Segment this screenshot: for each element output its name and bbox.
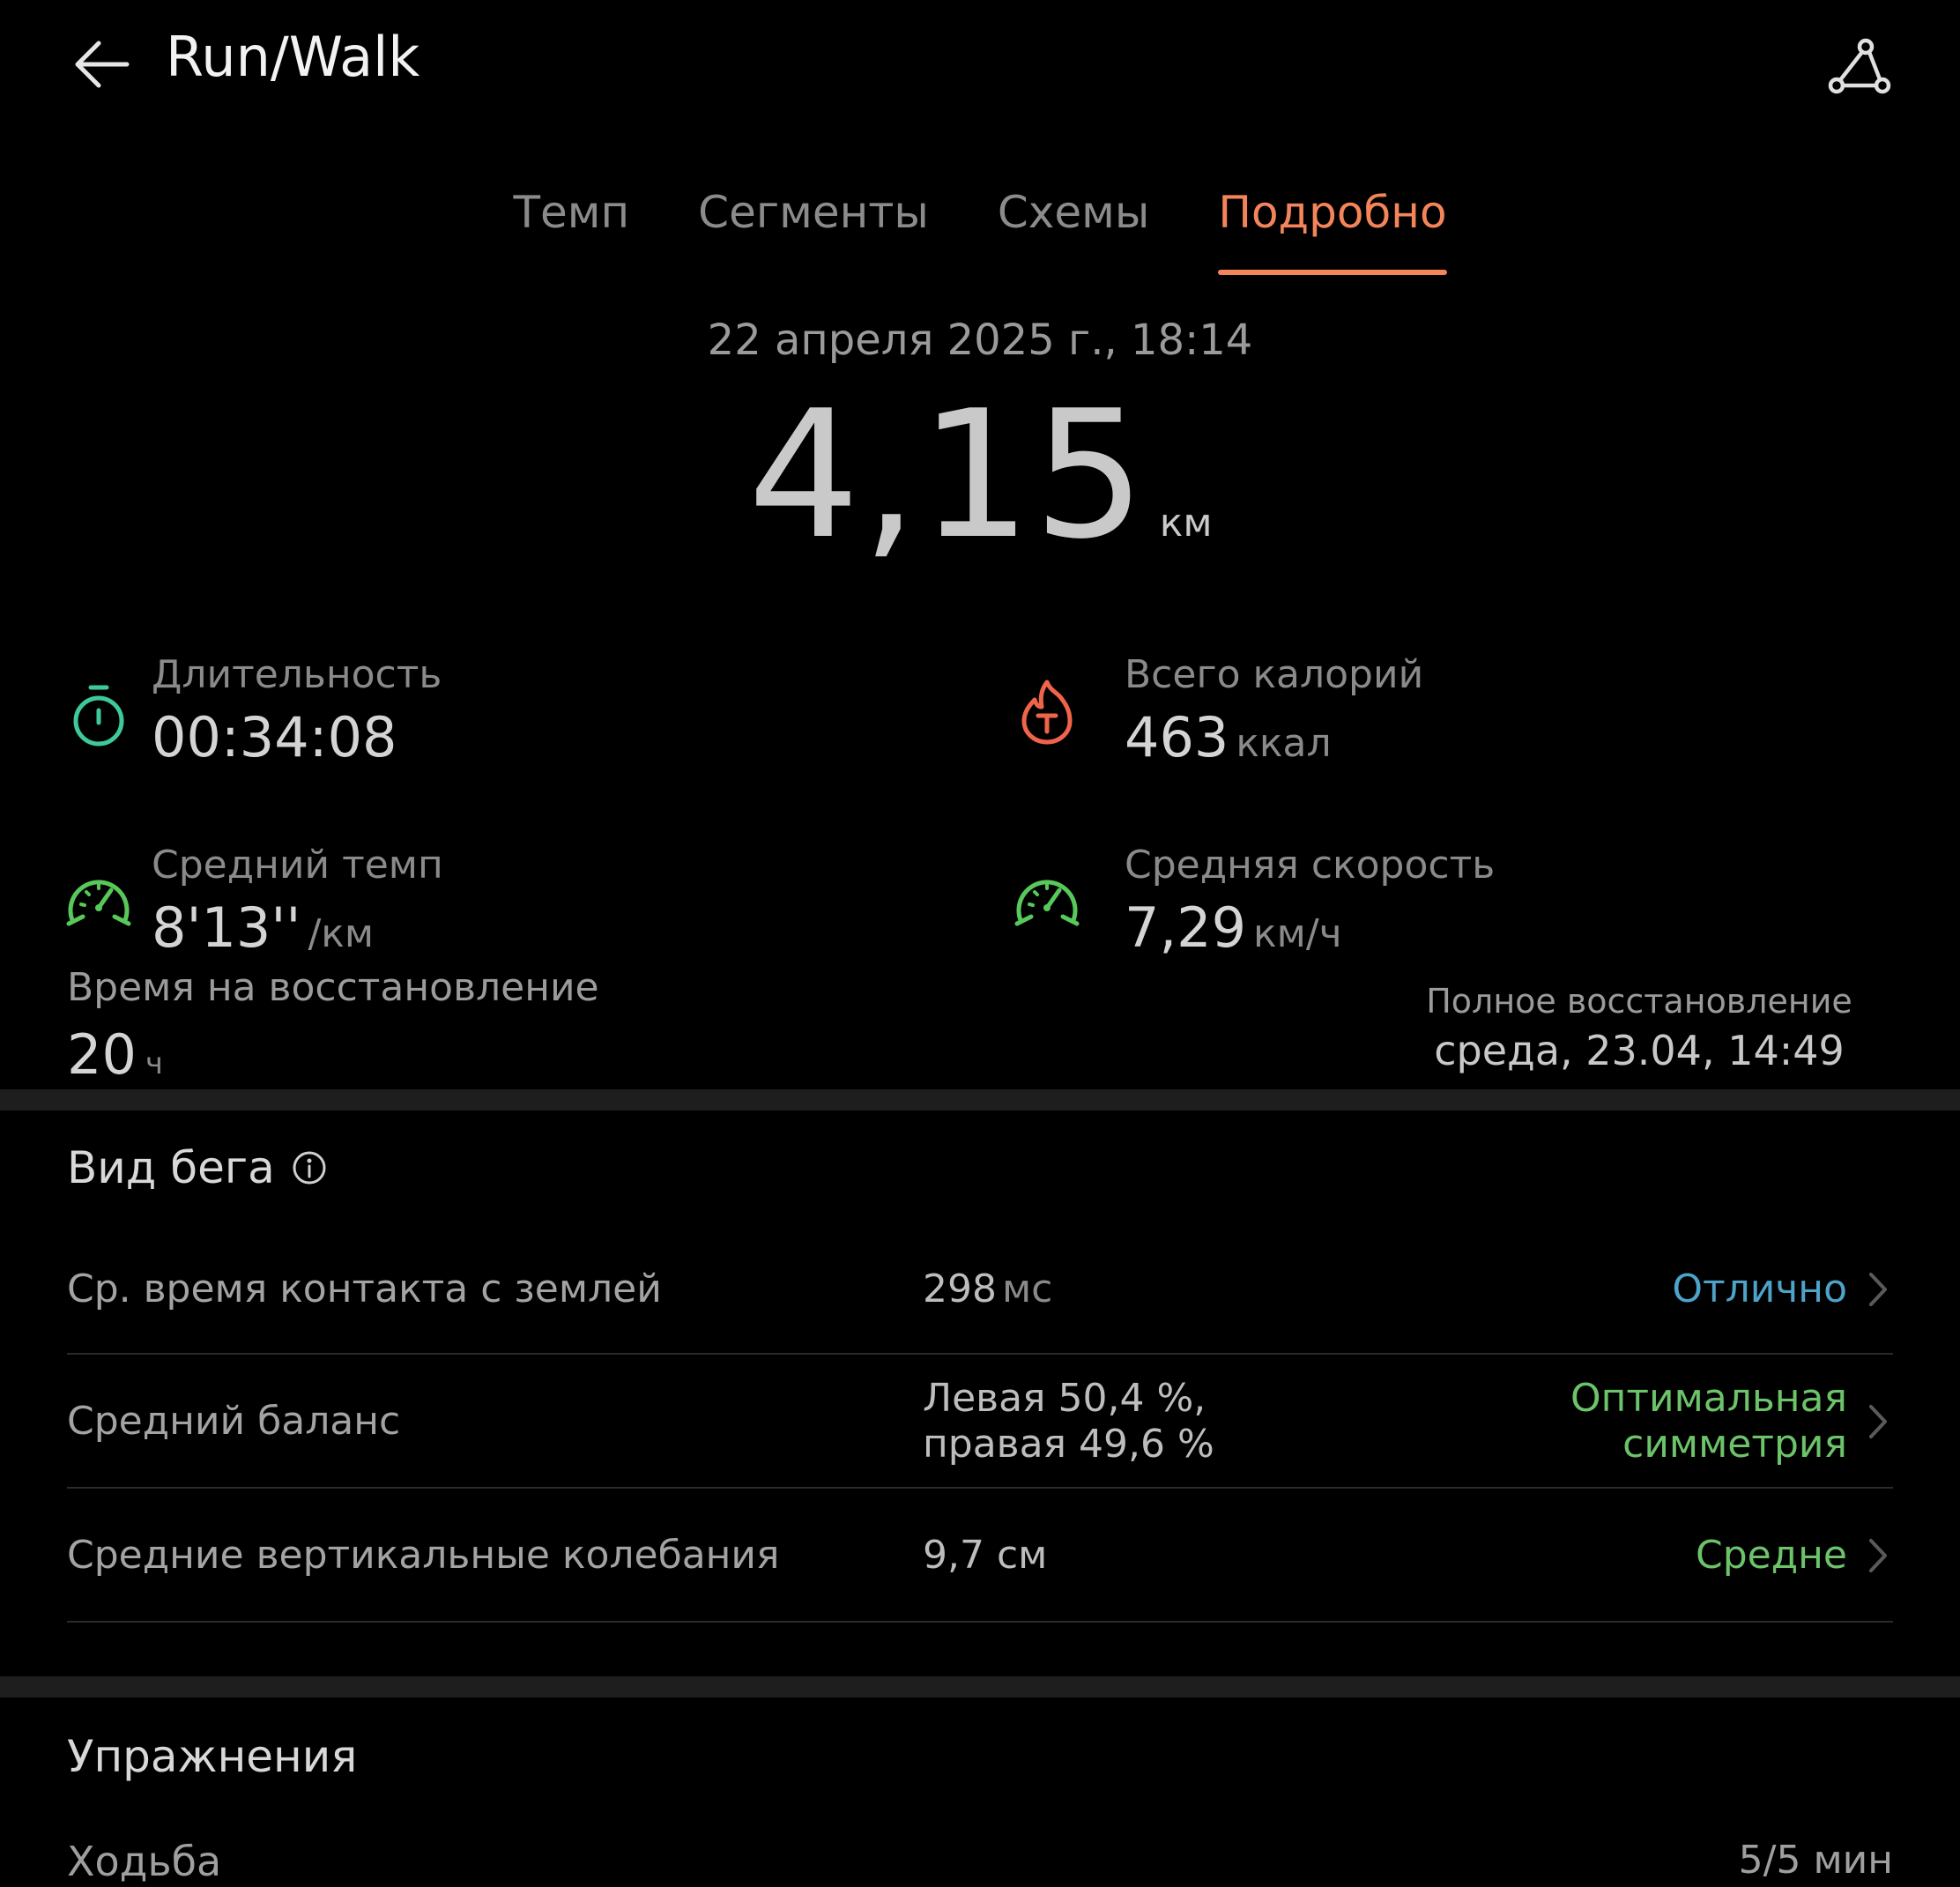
distance-value: 4,15 [747, 373, 1147, 578]
chevron-right-icon [1863, 1399, 1893, 1445]
tab-schemes[interactable]: Схемы [963, 187, 1184, 238]
calories-value-group: 463 ккал [1125, 705, 1332, 769]
calories-value: 463 [1125, 705, 1229, 769]
vertical-oscillation-label: Средние вертикальные колебания [67, 1533, 780, 1578]
stopwatch-icon [62, 679, 136, 753]
ground-contact-label: Ср. время контакта с землей [67, 1267, 662, 1311]
distance-display: 4,15 км [0, 388, 1960, 564]
recovery-label: Время на восстановление [67, 965, 599, 1010]
section-divider [0, 1089, 1960, 1111]
pace-unit: /км [308, 911, 375, 956]
duration-value: 00:34:08 [152, 705, 397, 769]
ground-contact-value-group: 298 мс [923, 1267, 1052, 1312]
info-icon[interactable] [291, 1149, 328, 1186]
workout-date: 22 апреля 2025 г., 18:14 [707, 316, 1253, 365]
running-form-title-text: Вид бега [67, 1142, 275, 1193]
vertical-oscillation-row[interactable]: Средние вертикальные колебания 9,7 см Ср… [67, 1489, 1893, 1623]
flame-icon [1010, 675, 1084, 749]
running-form-title: Вид бега [67, 1142, 328, 1193]
page-title: Run/Walk [166, 25, 420, 89]
vertical-oscillation-value: 9,7 см [923, 1533, 1048, 1578]
tab-bar: Темп Сегменты Схемы Подробно [0, 187, 1960, 275]
recovery-value-group: 20 ч [67, 1022, 163, 1087]
balance-rating: Оптимальная симметрия [1570, 1376, 1847, 1467]
ground-contact-unit: мс [1001, 1267, 1053, 1311]
back-button[interactable] [62, 26, 141, 106]
workout-details-screen: Run/Walk Темп Сегменты Схемы Подробно 22… [0, 0, 1960, 1887]
tab-pace[interactable]: Темп [479, 187, 664, 238]
section-divider [0, 1676, 1960, 1698]
ground-contact-rating: Отлично [1672, 1267, 1847, 1311]
recovery-unit: ч [145, 1046, 163, 1081]
chevron-right-icon [1863, 1533, 1893, 1579]
route-share-icon [1827, 38, 1892, 100]
ground-contact-row[interactable]: Ср. время контакта с землей 298 мс Отличн… [67, 1221, 1893, 1355]
full-recovery-label: Полное восстановление [1426, 982, 1852, 1021]
tab-segments[interactable]: Сегменты [664, 187, 963, 238]
recovery-value: 20 [67, 1022, 137, 1087]
balance-label: Средний баланс [67, 1399, 401, 1444]
speed-unit: км/ч [1253, 911, 1342, 956]
arrow-left-icon [72, 40, 130, 93]
chevron-right-icon [1863, 1267, 1893, 1312]
pace-label: Средний темп [152, 843, 443, 888]
exercise-walk-value: 5/5 мин [1738, 1838, 1893, 1883]
balance-value: Левая 50,4 %, правая 49,6 % [923, 1376, 1214, 1467]
calories-unit: ккал [1236, 721, 1332, 766]
pace-value: 8'13'' [152, 895, 301, 960]
pace-value-group: 8'13''/км [152, 895, 374, 960]
calories-label: Всего калорий [1125, 652, 1424, 697]
exercise-walk-label: Ходьба [67, 1838, 222, 1885]
distance-unit: км [1159, 501, 1213, 546]
duration-label: Длительность [152, 652, 442, 697]
speedometer-icon [1010, 864, 1084, 938]
route-button[interactable] [1815, 25, 1904, 113]
ground-contact-value: 298 [923, 1267, 997, 1311]
tab-details[interactable]: Подробно [1184, 187, 1481, 275]
vertical-oscillation-rating: Средне [1696, 1533, 1847, 1578]
full-recovery-value: среда, 23.04, 14:49 [1434, 1027, 1845, 1074]
exercises-title: Упражнения [67, 1731, 358, 1782]
speed-value-group: 7,29 км/ч [1125, 895, 1342, 960]
speed-label: Средняя скорость [1125, 843, 1496, 888]
balance-row[interactable]: Средний баланс Левая 50,4 %, правая 49,6… [67, 1355, 1893, 1489]
speed-value: 7,29 [1125, 895, 1247, 960]
speedometer-icon [62, 864, 136, 938]
